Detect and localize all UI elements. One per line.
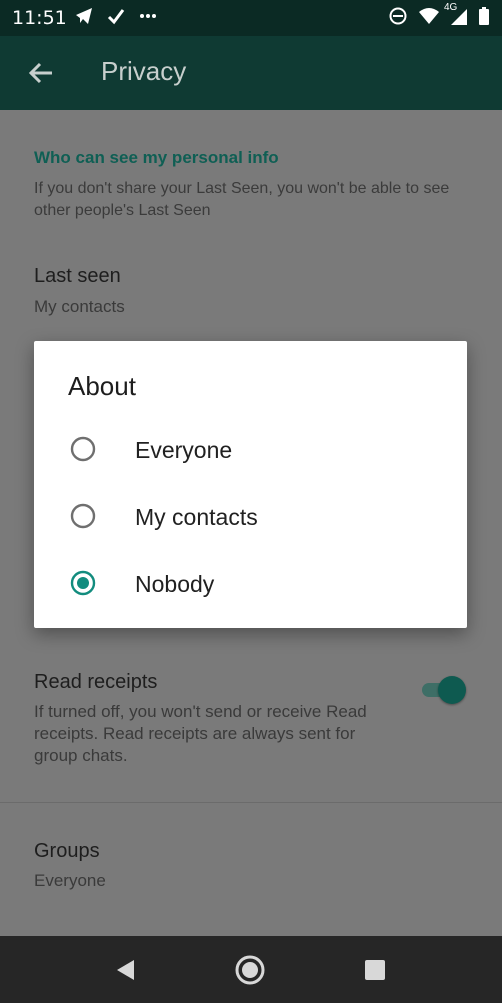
do-not-disturb-icon	[388, 6, 408, 31]
option-my-contacts[interactable]: My contacts	[34, 487, 467, 547]
more-dots-icon	[138, 6, 158, 31]
status-time: 11:51	[12, 7, 67, 29]
section-title: Who can see my personal info	[34, 148, 279, 167]
page-title: Privacy	[101, 56, 187, 86]
check-icon	[106, 6, 126, 31]
option-nobody[interactable]: Nobody	[34, 554, 467, 614]
home-circle-icon[interactable]	[234, 954, 266, 986]
signal-icon: 4G	[444, 2, 468, 31]
battery-icon	[478, 6, 490, 31]
about-dialog: About Everyone My contacts Nobody	[34, 341, 467, 628]
status-bar: 11:51 4G	[0, 0, 502, 36]
status-right-icons: 4G	[388, 2, 490, 31]
radio-unselected-icon[interactable]	[70, 436, 96, 462]
option-everyone[interactable]: Everyone	[34, 420, 467, 480]
wifi-icon	[418, 6, 440, 31]
read-receipts-toggle[interactable]	[420, 674, 466, 706]
network-label: 4G	[444, 2, 458, 13]
recents-square-icon[interactable]	[359, 954, 391, 986]
option-label: Nobody	[135, 571, 215, 597]
last-seen-title: Last seen	[34, 265, 121, 287]
status-left-icons	[74, 6, 158, 31]
section-description: If you don't share your Last Seen, you w…	[34, 180, 450, 219]
read-receipts-description: If turned off, you won't send or receive…	[34, 702, 367, 765]
telegram-icon	[74, 6, 94, 31]
navigation-bar	[0, 936, 502, 1003]
arrow-left-icon[interactable]	[26, 58, 56, 88]
option-label: My contacts	[135, 504, 258, 530]
read-receipts-title: Read receipts	[34, 671, 158, 693]
radio-unselected-icon[interactable]	[70, 503, 96, 529]
groups-title: Groups	[34, 840, 100, 862]
last-seen-value: My contacts	[34, 297, 125, 316]
groups-value: Everyone	[34, 871, 106, 890]
toggle-thumb	[438, 676, 466, 704]
divider	[0, 802, 502, 803]
option-label: Everyone	[135, 437, 233, 463]
radio-selected-icon[interactable]	[70, 570, 96, 596]
app-bar: Privacy	[0, 36, 502, 110]
back-triangle-icon[interactable]	[110, 954, 142, 986]
dialog-title: About	[68, 371, 136, 401]
